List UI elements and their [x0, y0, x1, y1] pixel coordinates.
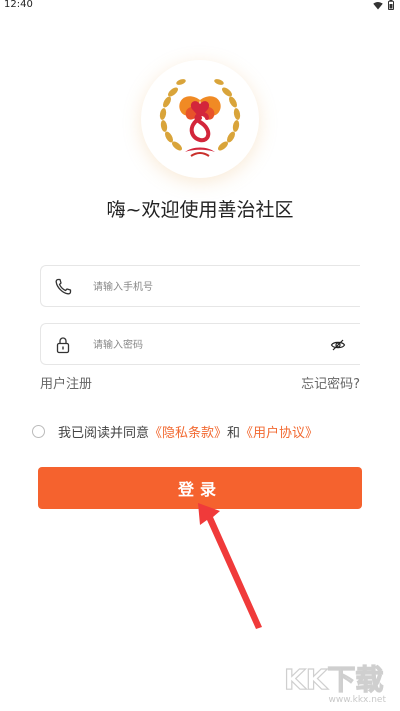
kk-logo-icon: KK下载: [283, 662, 384, 696]
agreement-prefix: 我已阅读并同意: [58, 426, 150, 441]
user-agreement-link[interactable]: 《用户协议》: [240, 422, 318, 441]
battery-icon: [388, 0, 394, 10]
lock-icon: [56, 337, 70, 354]
phone-field: [40, 265, 360, 307]
phone-input[interactable]: [93, 277, 323, 297]
welcome-heading: 嗨~欢迎使用善治社区: [106, 199, 294, 221]
pointer-arrow-icon: [198, 503, 262, 629]
wifi-icon: [373, 1, 383, 10]
watermark-url: www.kkx.net: [328, 695, 387, 705]
privacy-terms-link[interactable]: 《隐私条款》: [149, 422, 227, 441]
svg-text:KK下载: KK下载: [284, 663, 383, 696]
phone-icon: [55, 278, 72, 295]
phoenix-logo-icon: [159, 79, 241, 157]
status-time: 12:40: [4, 0, 33, 10]
agreement-row: 我已阅读并同意 《隐私条款》 和 《用户协议》: [32, 422, 318, 441]
forgot-password-link[interactable]: 忘记密码?: [301, 373, 360, 392]
agreement-radio[interactable]: [32, 425, 45, 438]
watermark: KK下载 www.kkx.net: [276, 659, 396, 707]
password-input[interactable]: [93, 335, 323, 355]
status-icons: [373, 0, 394, 10]
status-bar: 12:40: [0, 0, 400, 12]
eye-off-icon[interactable]: [330, 337, 346, 353]
register-link[interactable]: 用户注册: [40, 373, 92, 392]
app-logo: [141, 60, 259, 178]
agreement-and: 和: [227, 426, 241, 441]
password-field: [40, 323, 360, 365]
